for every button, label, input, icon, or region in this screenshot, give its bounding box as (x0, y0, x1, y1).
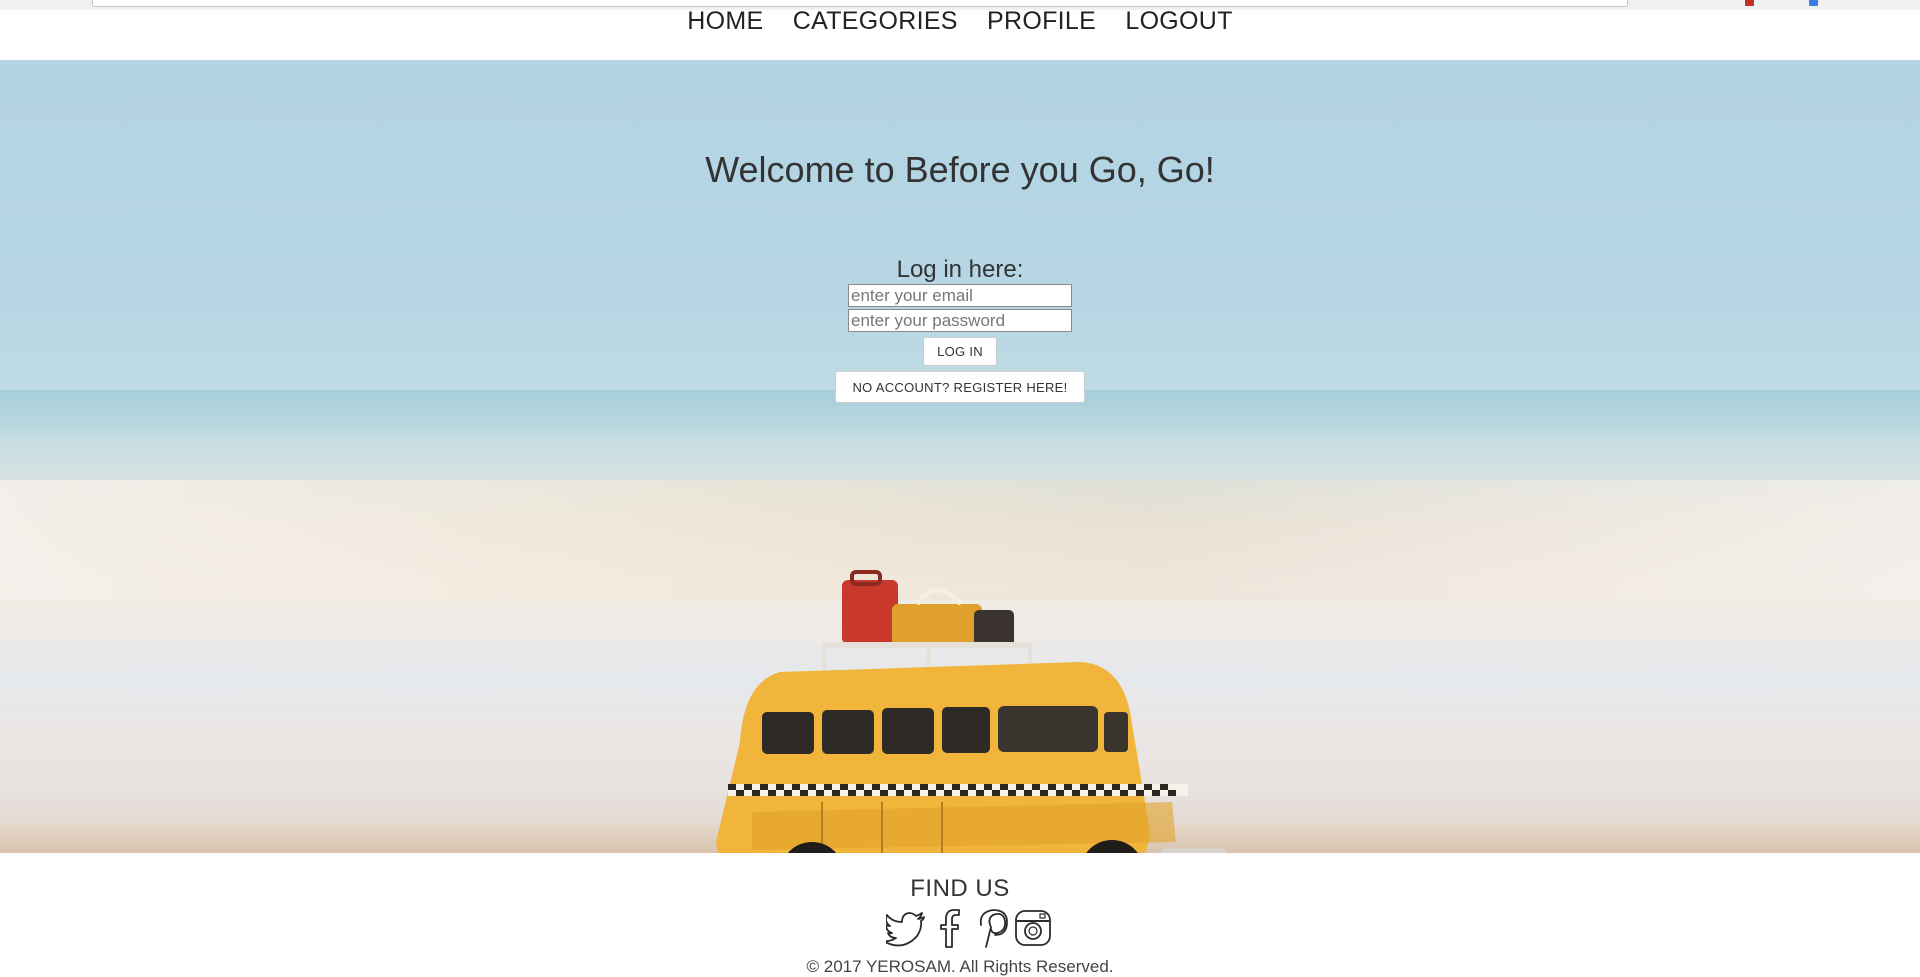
find-us-heading: FIND US (910, 875, 1010, 902)
login-button[interactable]: LOG IN (923, 337, 997, 366)
hero-section: Welcome to Before you Go, Go! Log in her… (0, 60, 1920, 853)
twitter-icon[interactable] (882, 907, 928, 949)
nav-links: HOME CATEGORIES PROFILE LOGOUT (0, 7, 1920, 35)
pinterest-icon[interactable] (970, 907, 1012, 949)
extension-icon[interactable] (1745, 0, 1754, 6)
register-button[interactable]: NO ACCOUNT? REGISTER HERE! (835, 371, 1085, 403)
login-form: Log in here: LOG IN NO ACCOUNT? REGISTER… (0, 256, 1920, 403)
nav-logout-link[interactable]: LOGOUT (1125, 7, 1232, 35)
extension-icon[interactable] (1809, 0, 1818, 6)
address-bar[interactable] (92, 0, 1628, 7)
email-input[interactable] (848, 284, 1072, 307)
toy-bus-illustration (716, 570, 1226, 853)
nav-profile-link[interactable]: PROFILE (987, 7, 1096, 35)
copyright-text: © 2017 YEROSAM. All Rights Reserved. (806, 957, 1114, 976)
page-title: Welcome to Before you Go, Go! (705, 149, 1215, 190)
toy-bus-image (692, 512, 1262, 853)
nav-categories-link[interactable]: CATEGORIES (793, 7, 958, 35)
login-heading: Log in here: (896, 256, 1024, 283)
navbar: HOME CATEGORIES PROFILE LOGOUT (0, 7, 1920, 61)
social-links (882, 907, 1054, 951)
footer: FIND US © 2017 YEROSAM. All Rights Reser… (0, 853, 1920, 976)
instagram-icon[interactable] (1012, 907, 1054, 949)
password-input[interactable] (848, 309, 1072, 332)
facebook-icon[interactable] (928, 907, 970, 949)
nav-home-link[interactable]: HOME (687, 7, 763, 35)
